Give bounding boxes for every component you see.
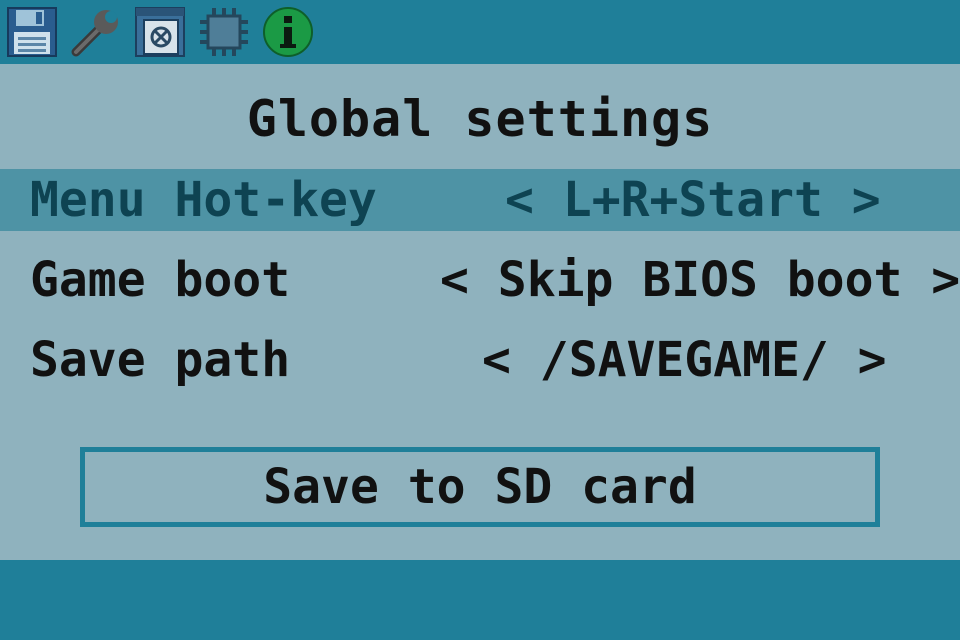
floppy-disk-icon[interactable] [4, 4, 60, 60]
setting-label: Save path [30, 332, 291, 388]
info-icon[interactable] [260, 4, 316, 60]
setting-value-selector[interactable]: < /SAVEGAME/ > [482, 329, 887, 391]
setting-row-save-path[interactable]: Save path < /SAVEGAME/ > [0, 329, 960, 391]
setting-row-menu-hotkey[interactable]: Menu Hot-key < L+R+Start > [0, 169, 960, 231]
window-gear-icon[interactable] [132, 4, 188, 60]
setting-value-selector[interactable]: < L+R+Start > [505, 169, 881, 231]
status-bar [0, 560, 960, 640]
wrench-icon[interactable] [68, 4, 124, 60]
save-to-sd-button[interactable]: Save to SD card [80, 447, 880, 527]
setting-label: Game boot [30, 252, 291, 308]
setting-label: Menu Hot-key [30, 172, 377, 228]
page-title: Global settings [246, 90, 714, 148]
setting-value-selector[interactable]: < Skip BIOS boot > [440, 249, 960, 311]
setting-row-game-boot[interactable]: Game boot < Skip BIOS boot > [0, 249, 960, 311]
toolbar [0, 0, 960, 64]
chip-icon[interactable] [196, 4, 252, 60]
